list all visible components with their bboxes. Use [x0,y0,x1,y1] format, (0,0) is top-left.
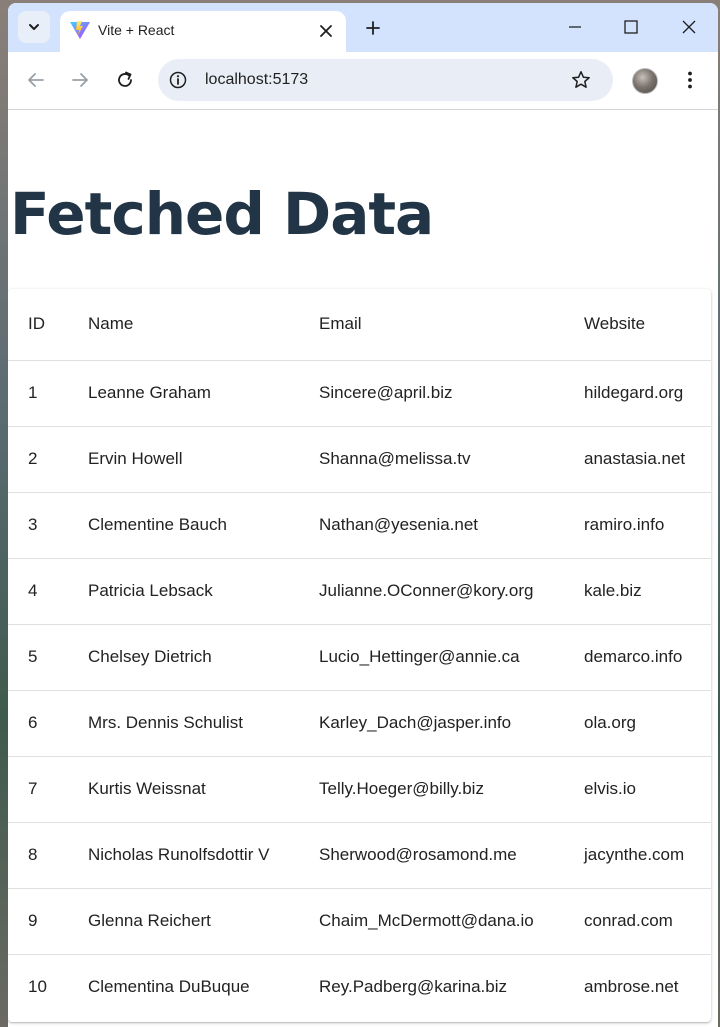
cell-email: Sincere@april.biz [319,360,584,427]
table-row: 2 Ervin Howell Shanna@melissa.tv anastasia.… [8,426,711,493]
cell-email: Lucio_Hettinger@annie.ca [319,624,584,691]
cell-name: Kurtis Weissnat [88,756,319,823]
cell-id: 1 [8,360,88,427]
cell-name: Nicholas Runolfsdottir V [88,822,319,889]
cell-id: 10 [28,977,47,997]
cell-email: Sherwood@rosamond.me [319,822,584,889]
cell-name: Mrs. Dennis Schulist [88,690,319,757]
cell-email: Shanna@melissa.tv [319,426,584,493]
cell-id: 3 [8,492,88,559]
cell-name: Clementine Bauch [88,492,319,559]
cell-id: 5 [8,624,88,691]
reload-button[interactable] [111,66,139,94]
cell-email: Julianne.OConner@kory.org [319,558,584,625]
close-icon [320,25,332,37]
browser-window: Vite + React localhost:5173 Fetched Data… [8,3,718,1027]
table-row: 1 Leanne Graham Sincere@april.biz hildegard… [8,360,711,427]
cell-name: Clementina DuBuque [88,977,250,997]
cell-website: conrad.com [584,888,711,955]
cell-id: 6 [8,690,88,757]
tab-list-icon [29,24,39,30]
cell-id: 2 [8,426,88,493]
close-window-button[interactable] [674,13,704,41]
star-icon [572,71,590,88]
cell-website: kale.biz [584,558,711,625]
table-row: 7 Kurtis Weissnat Telly.Hoeger@billy.biz el… [8,756,711,823]
column-header-email: Email [319,289,584,361]
cell-name: Ervin Howell [88,426,319,493]
cell-website: demarco.info [584,624,711,691]
column-header-id: ID [8,289,88,361]
column-header-website: Website [584,289,711,361]
table-header-row: ID Name Email Website [8,289,711,361]
reload-icon [118,71,132,87]
table-row: 5 Chelsey Dietrich Lucio_Hettinger@annie.c… [8,624,711,691]
back-arrow-icon [28,73,44,87]
cell-website: hildegard.org [584,360,711,427]
cell-website: anastasia.net [584,426,711,493]
maximize-icon [624,20,638,34]
data-table: ID Name Email Website 1 Leanne Graham Sinc… [8,289,711,1020]
forward-button[interactable] [66,66,94,94]
bookmark-button[interactable] [569,68,593,92]
browser-toolbar: localhost:5173 [8,52,718,110]
tab-title: Vite + React [98,22,175,38]
cell-name: Patricia Lebsack [88,558,319,625]
cell-email: Karley_Dach@jasper.info [319,690,584,757]
close-icon [682,20,696,34]
plus-icon [366,21,380,35]
address-bar[interactable]: localhost:5173 [158,59,613,101]
back-button[interactable] [22,66,50,94]
column-header-name: Name [88,289,319,361]
browser-tab[interactable]: Vite + React [60,11,346,52]
tab-close-button[interactable] [314,19,338,43]
cell-name: Glenna Reichert [88,888,319,955]
site-info-icon [169,71,187,89]
forward-arrow-icon [72,73,88,87]
table-row: 3 Clementine Bauch Nathan@yesenia.net ramir… [8,492,711,559]
cell-website: jacynthe.com [584,822,711,889]
cell-id: 4 [8,558,88,625]
data-table-container: ID Name Email Website 1 Leanne Graham Sinc… [8,289,711,1022]
url-text[interactable]: localhost:5173 [205,71,308,89]
cell-email: Telly.Hoeger@billy.biz [319,756,584,823]
cell-id: 7 [8,756,88,823]
table-row: 9 Glenna Reichert Chaim_McDermott@dana.io c… [8,888,711,955]
table-row: 8 Nicholas Runolfsdottir V Sherwood@rosamo… [8,822,711,889]
new-tab-button[interactable] [360,15,386,41]
cell-id: 8 [8,822,88,889]
cell-name: Chelsey Dietrich [88,624,319,691]
page-title: Fetched Data [10,180,434,248]
maximize-button[interactable] [616,13,646,41]
minimize-icon [569,26,581,28]
vite-logo-icon [70,21,90,39]
cell-email: Nathan@yesenia.net [319,492,584,559]
table-body: 1 Leanne Graham Sincere@april.biz hildegard… [8,360,711,1020]
tab-search-button[interactable] [18,11,50,43]
cell-website: ramiro.info [584,492,711,559]
page-content: Fetched Data ID Name Email Website 1 Lean… [8,110,718,1026]
title-bar: Vite + React [8,3,718,52]
kebab-menu-icon [688,71,692,89]
cell-name: Leanne Graham [88,360,319,427]
table-row: 6 Mrs. Dennis Schulist Karley_Dach@jasper.… [8,690,711,757]
cell-email: Chaim_McDermott@dana.io [319,888,584,955]
profile-avatar[interactable] [632,68,658,94]
table-row: 10 Clementina DuBuque Rey.Padberg@karina.b… [8,954,711,1020]
table-row: 4 Patricia Lebsack Julianne.OConner@kory.o… [8,558,711,625]
cell-website: ambrose.net [584,977,679,997]
site-info-button[interactable] [166,68,190,92]
cell-website: ola.org [584,690,711,757]
cell-email: Rey.Padberg@karina.biz [319,977,507,997]
cell-website: elvis.io [584,756,711,823]
minimize-button[interactable] [560,13,590,41]
browser-menu-button[interactable] [676,66,704,94]
cell-id: 9 [8,888,88,955]
